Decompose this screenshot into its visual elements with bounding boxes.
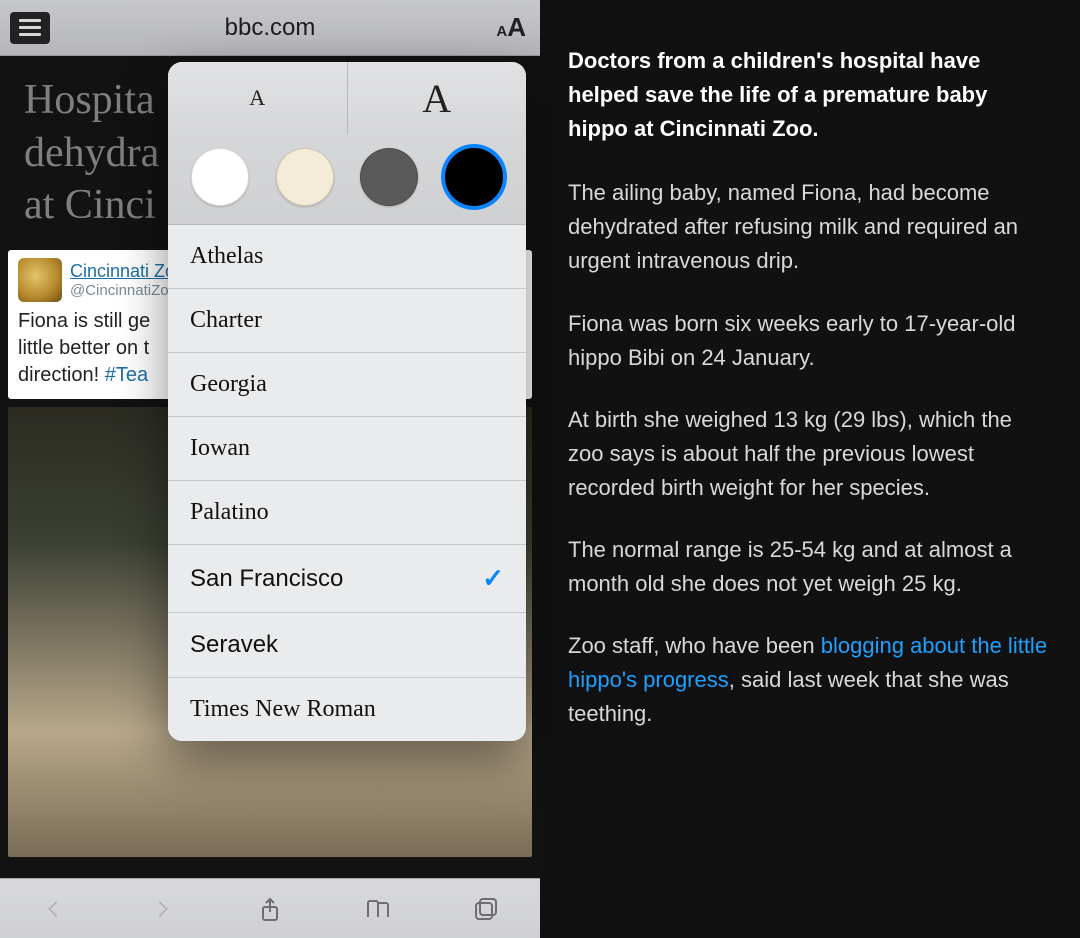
- theme-white[interactable]: [191, 148, 249, 206]
- text-size-row: A A: [168, 62, 526, 134]
- font-label: Iowan: [190, 435, 250, 462]
- safari-left-pane: bbc.com AA Hospitadehydraat Cinci Cincin…: [0, 0, 540, 938]
- reader-lead: Doctors from a children's hospital have …: [568, 44, 1052, 146]
- theme-sepia[interactable]: [276, 148, 334, 206]
- reader-settings-popover: A A Athelas Charter Georgia Iowan Palatino Sa…: [168, 62, 526, 741]
- domain-label[interactable]: bbc.com: [225, 14, 316, 42]
- font-option[interactable]: San Francisco ✓: [168, 545, 526, 613]
- avatar: [18, 258, 62, 302]
- reader-text: Zoo staff, who have been: [568, 633, 821, 658]
- font-option[interactable]: Palatino: [168, 481, 526, 545]
- reader-mode-button[interactable]: [10, 12, 50, 44]
- address-bar: bbc.com AA: [0, 0, 540, 56]
- reader-paragraph: At birth she weighed 13 kg (29 lbs), whi…: [568, 403, 1052, 505]
- reader-paragraph: Zoo staff, who have been blogging about …: [568, 629, 1052, 731]
- reader-content-pane: Doctors from a children's hospital have …: [540, 0, 1080, 938]
- back-button[interactable]: [39, 894, 69, 924]
- text-size-button[interactable]: AA: [496, 12, 526, 43]
- font-option[interactable]: Charter: [168, 289, 526, 353]
- font-option[interactable]: Athelas: [168, 225, 526, 289]
- font-label: Georgia: [190, 371, 267, 398]
- reader-paragraph: The normal range is 25-54 kg and at almo…: [568, 533, 1052, 601]
- reader-paragraph: Fiona was born six weeks early to 17-yea…: [568, 307, 1052, 375]
- font-option[interactable]: Iowan: [168, 417, 526, 481]
- font-label: Charter: [190, 307, 262, 334]
- font-label: Palatino: [190, 499, 269, 526]
- share-button[interactable]: [255, 894, 285, 924]
- increase-text-button[interactable]: A: [348, 62, 527, 134]
- font-label: Seravek: [190, 631, 278, 659]
- bookmarks-button[interactable]: [363, 894, 393, 924]
- tabs-button[interactable]: [471, 894, 501, 924]
- theme-gray[interactable]: [360, 148, 418, 206]
- font-label: Times New Roman: [190, 696, 376, 723]
- font-option[interactable]: Georgia: [168, 353, 526, 417]
- decrease-text-button[interactable]: A: [168, 62, 348, 134]
- forward-button[interactable]: [147, 894, 177, 924]
- font-label: San Francisco: [190, 565, 343, 593]
- bottom-toolbar: [0, 878, 540, 938]
- font-option[interactable]: Seravek: [168, 613, 526, 678]
- theme-row: [168, 134, 526, 225]
- font-label: Athelas: [190, 243, 263, 270]
- font-option[interactable]: Times New Roman: [168, 678, 526, 741]
- reader-paragraph: The ailing baby, named Fiona, had become…: [568, 176, 1052, 278]
- font-list: Athelas Charter Georgia Iowan Palatino San Fr…: [168, 225, 526, 741]
- check-icon: ✓: [482, 563, 504, 594]
- theme-black[interactable]: [445, 148, 503, 206]
